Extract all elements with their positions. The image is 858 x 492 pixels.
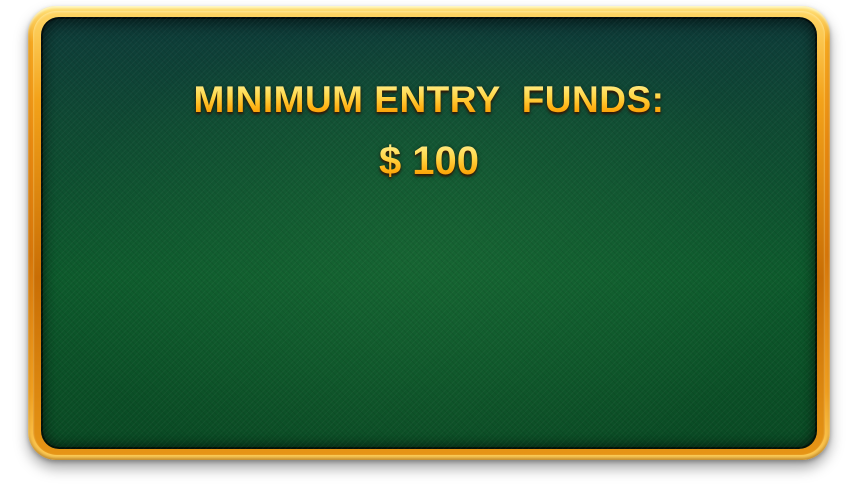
stage: MINIMUM ENTRY FUNDS: $ 100 [0, 0, 858, 492]
minimum-entry-funds-amount: $ 100 [41, 139, 817, 184]
gold-frame: MINIMUM ENTRY FUNDS: $ 100 [28, 6, 830, 460]
minimum-entry-funds-label: MINIMUM ENTRY FUNDS: [41, 79, 817, 121]
info-panel: MINIMUM ENTRY FUNDS: $ 100 [41, 17, 817, 449]
